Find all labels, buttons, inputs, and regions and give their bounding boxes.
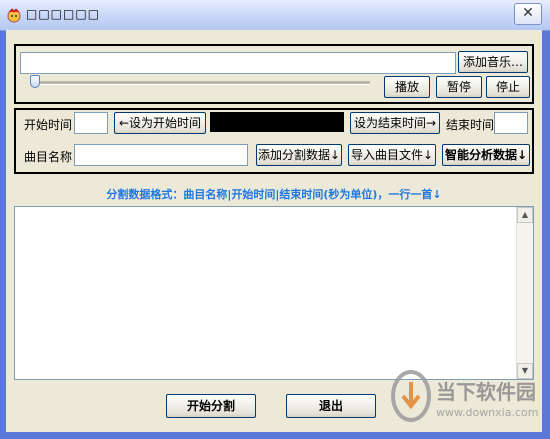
track-name-label: 曲目名称	[24, 150, 73, 164]
watermark: 当下软件园 www.downxia.com	[390, 370, 540, 430]
end-time-field[interactable]	[494, 112, 528, 134]
vertical-scrollbar[interactable]: ▲ ▼	[516, 207, 533, 379]
add-music-button[interactable]: 添加音乐…	[458, 51, 528, 73]
track-name-field[interactable]	[74, 144, 248, 166]
start-split-button[interactable]: 开始分割	[166, 394, 256, 418]
smart-analyze-button[interactable]: 智能分析数据↓	[442, 144, 530, 166]
set-start-time-button[interactable]: ←设为开始时间	[114, 112, 206, 134]
playback-slider-track	[30, 81, 370, 85]
stop-button[interactable]: 停止	[486, 76, 530, 98]
player-group: 添加音乐… 播放 暂停 停止	[14, 44, 534, 104]
close-button[interactable]: ✕	[514, 3, 542, 25]
main-panel: 添加音乐… 播放 暂停 停止 开始时间 ←设为开始时间 设为结束时间→ 结束时间…	[6, 30, 542, 432]
app-icon	[6, 7, 22, 23]
end-time-label: 结束时间	[446, 118, 495, 132]
window-title: □□□□□□	[26, 7, 101, 21]
music-path-field[interactable]	[20, 52, 456, 74]
split-group: 开始时间 ←设为开始时间 设为结束时间→ 结束时间 曲目名称 添加分割数据↓ 导…	[14, 108, 534, 174]
add-split-data-button[interactable]: 添加分割数据↓	[256, 144, 342, 166]
watermark-logo-icon	[391, 370, 431, 422]
pause-button[interactable]: 暂停	[436, 76, 482, 98]
exit-button[interactable]: 退出	[286, 394, 376, 418]
play-button[interactable]: 播放	[384, 76, 430, 98]
scroll-up-icon[interactable]: ▲	[517, 207, 533, 223]
watermark-name: 当下软件园	[436, 380, 536, 404]
set-end-time-button[interactable]: 设为结束时间→	[350, 112, 440, 134]
watermark-url: www.downxia.com	[436, 406, 539, 419]
start-time-field[interactable]	[74, 112, 108, 134]
import-track-file-button[interactable]: 导入曲目文件↓	[348, 144, 436, 166]
format-hint: 分割数据格式：曲目名称|开始时间|结束时间(秒为单位)，一行一首↓	[106, 188, 442, 201]
start-time-label: 开始时间	[24, 118, 73, 132]
title-bar: □□□□□□ ✕	[0, 0, 550, 31]
playback-slider-thumb[interactable]	[30, 75, 40, 88]
split-data-textarea[interactable]: ▲ ▼	[14, 206, 534, 380]
time-display	[210, 112, 344, 132]
close-icon: ✕	[522, 5, 534, 21]
